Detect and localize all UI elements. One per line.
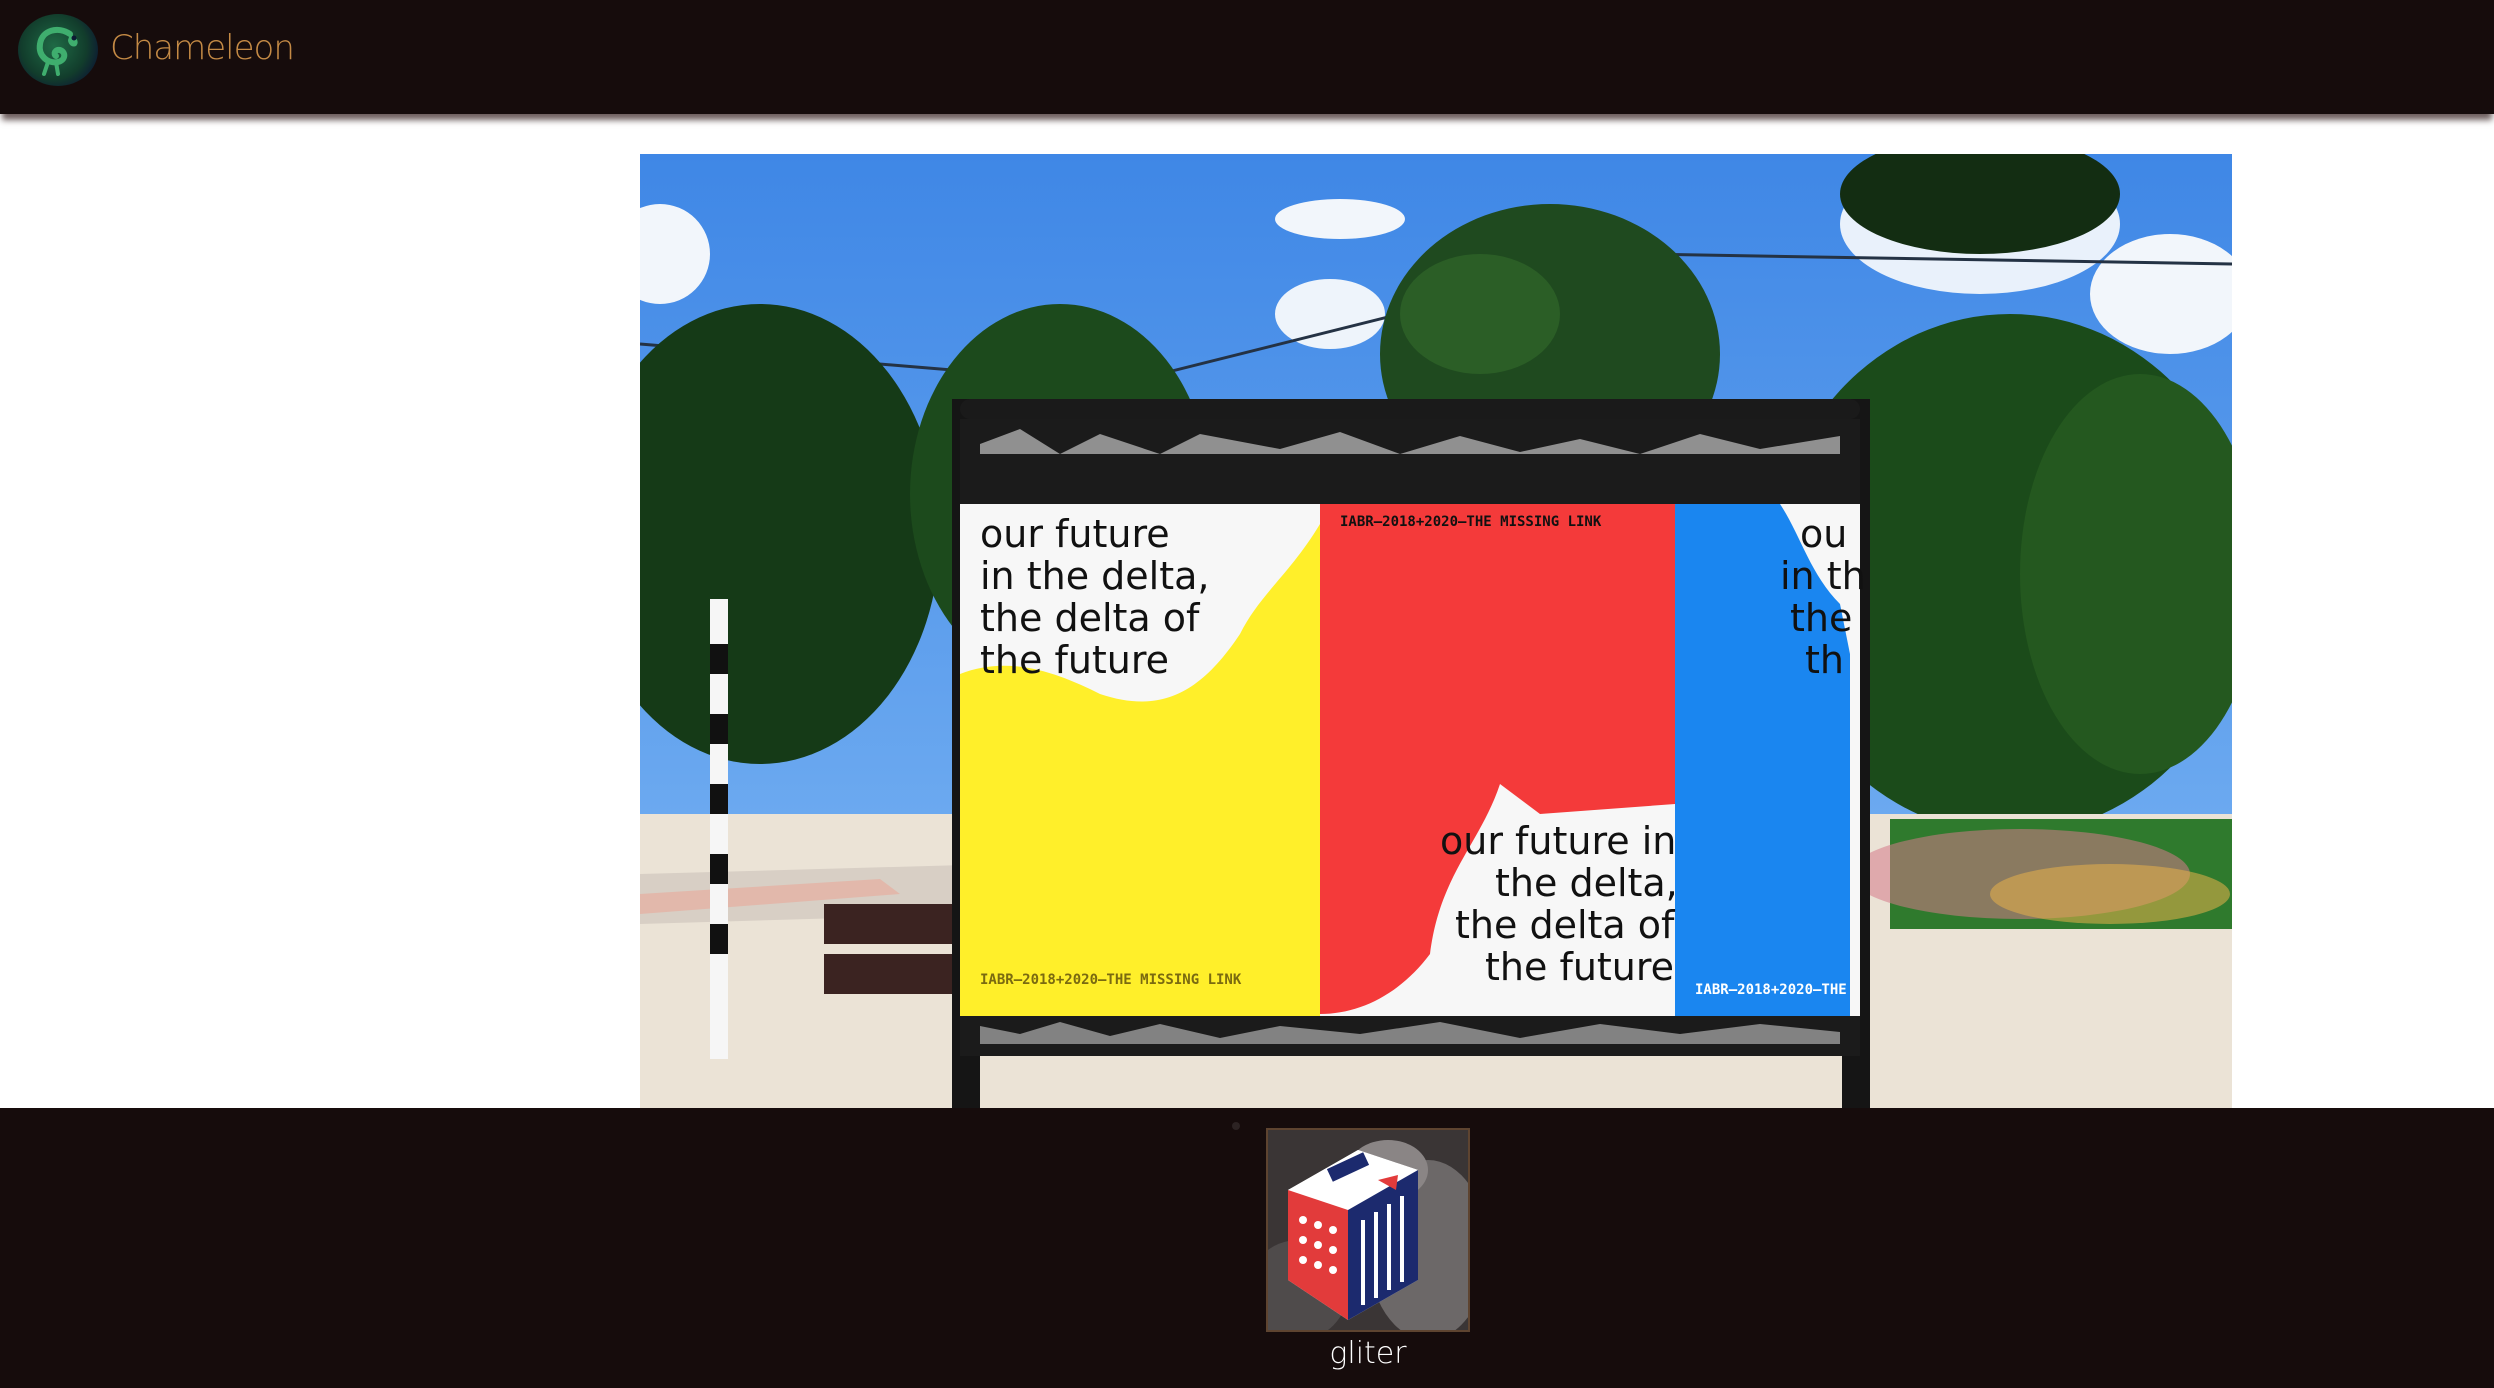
poster-text-line: in the delta, — [980, 554, 1209, 598]
gallery-indicator-dot[interactable] — [1232, 1122, 1240, 1130]
poster-text-line: the delta of — [980, 596, 1201, 640]
poster-text-line: in th — [1780, 554, 1866, 598]
poster-footer-text: IABR–2018+2020–THE MISSING LINK — [980, 972, 1242, 988]
poster-text-line: the delta of — [1455, 903, 1676, 947]
top-bar: Chameleon — [0, 0, 2494, 114]
poster-text-line: our future — [980, 512, 1170, 556]
chameleon-logo-icon[interactable] — [18, 14, 98, 86]
poster-header-text: IABR–2018+2020–THE MISSING LINK — [1340, 514, 1602, 530]
gallery-thumbnail[interactable] — [1266, 1128, 1470, 1332]
gallery-thumbnail-label[interactable]: gliter — [1266, 1336, 1470, 1371]
poster-text-line: ou — [1800, 512, 1847, 556]
poster-text-line: the delta, — [1495, 861, 1678, 905]
brand-name[interactable]: Chameleon — [110, 28, 295, 68]
poster-text-line: our future in — [1440, 819, 1676, 863]
featured-photo[interactable]: our future in the delta, the delta of th… — [640, 154, 2232, 1108]
poster-text-line: the — [1790, 596, 1852, 640]
poster-footer-text: IABR–2018+2020–THE — [1695, 982, 1847, 998]
poster-text-line: the future — [980, 638, 1169, 682]
gallery-strip — [0, 1108, 2494, 1388]
poster-text-line: the future — [1485, 945, 1674, 989]
poster-text-line: th — [1805, 638, 1844, 682]
